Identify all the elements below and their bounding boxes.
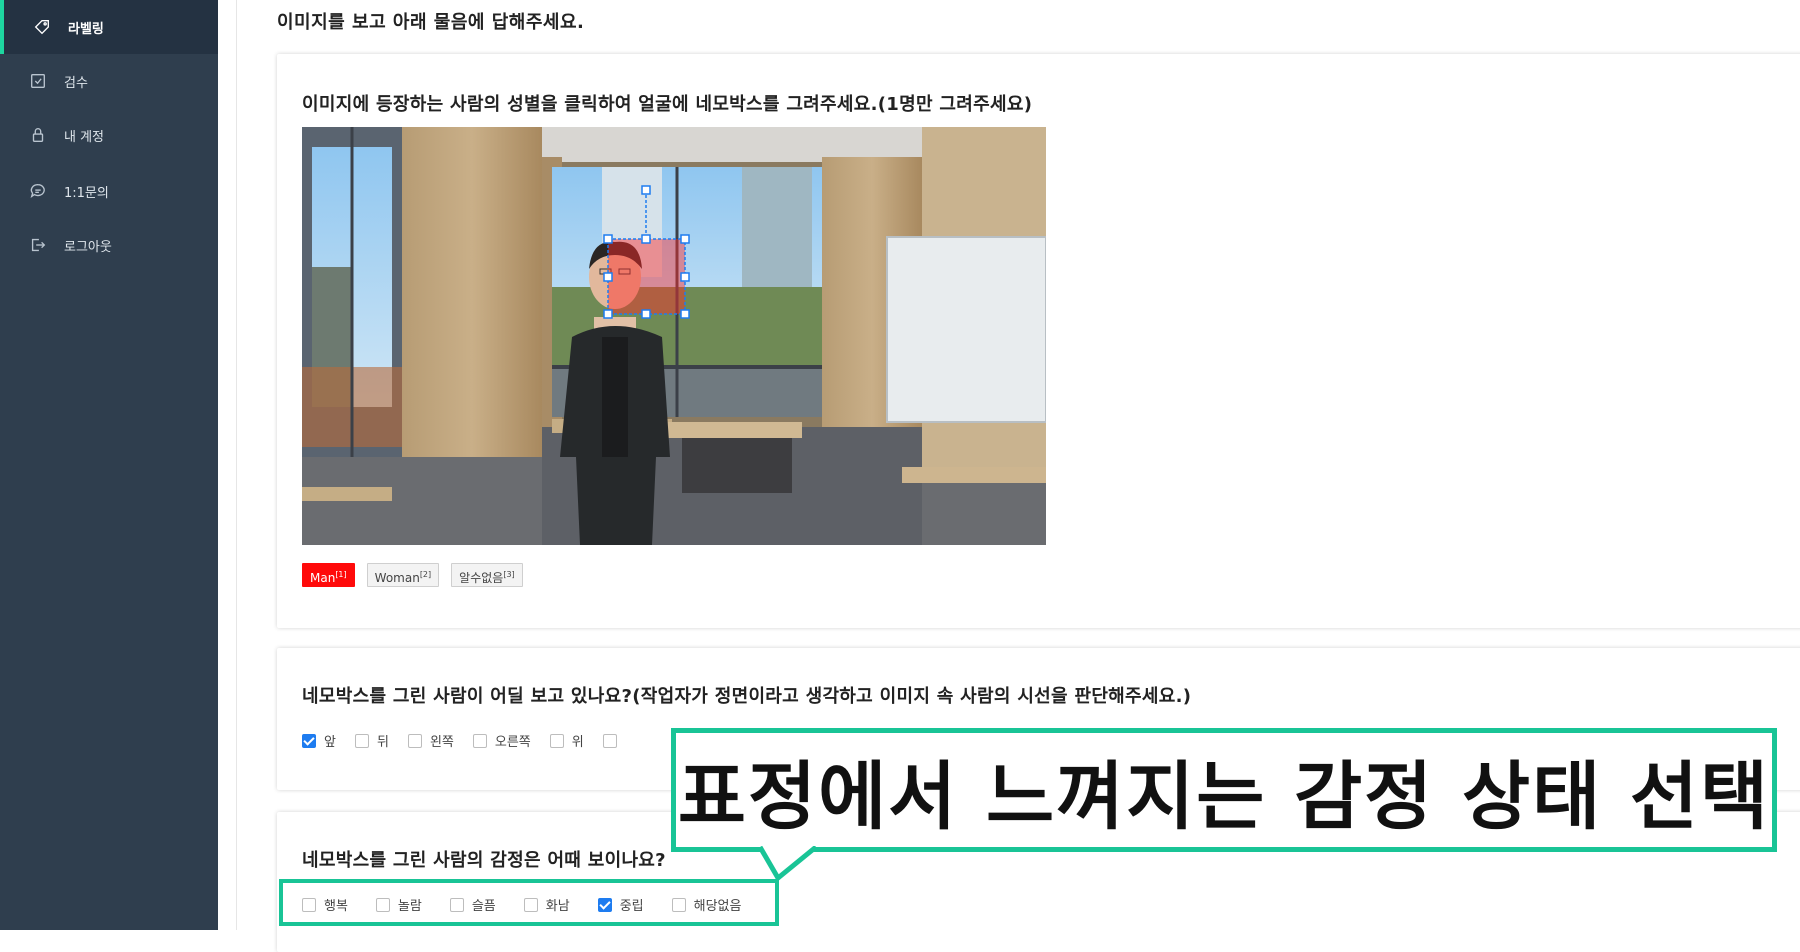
gaze-option-left[interactable]: 왼쪽 [407, 731, 454, 750]
sidebar-item-inquiry[interactable]: 1:1문의 [0, 164, 218, 218]
gender-options: Man[1] Woman[2] 알수없음[3] [302, 563, 523, 587]
lock-icon [28, 125, 48, 145]
sidebar-item-review[interactable]: 검수 [0, 54, 218, 108]
gaze-option-up[interactable]: 위 [549, 731, 584, 750]
question-title: 네모박스를 그린 사람이 어딜 보고 있나요?(작업자가 정면이라고 생각하고 … [302, 686, 1192, 707]
checkbox[interactable] [407, 733, 422, 748]
question-title: 이미지에 등장하는 사람의 성별을 클릭하여 얼굴에 네모박스를 그려주세요.(… [302, 94, 1033, 115]
logout-icon [28, 235, 48, 255]
sidebar: 라벨링 검수 내 계정 1:1문의 로그아웃 [0, 0, 218, 930]
gaze-option-more[interactable] [602, 733, 625, 748]
sidebar-item-label: 로그아웃 [64, 239, 112, 255]
gaze-option-back[interactable]: 뒤 [354, 731, 389, 750]
sidebar-item-label: 내 계정 [64, 129, 105, 145]
tag-icon [32, 17, 52, 37]
sidebar-item-labeling[interactable]: 라벨링 [0, 0, 218, 54]
checkbox[interactable] [302, 733, 316, 748]
callout-text: 표정에서 느껴지는 감정 상태 선택 [677, 753, 1771, 840]
callout-bubble: 표정에서 느껴지는 감정 상태 선택 [671, 728, 1777, 852]
check-square-icon [28, 71, 48, 91]
checkbox[interactable] [354, 733, 369, 748]
gaze-options: 앞 뒤 왼쪽 오른쪽 위 [302, 731, 644, 750]
question-card-gender: 이미지에 등장하는 사람의 성별을 클릭하여 얼굴에 네모박스를 그려주세요.(… [277, 54, 1800, 628]
content-divider [236, 0, 237, 930]
gender-man-button[interactable]: Man[1] [302, 563, 355, 587]
gender-unknown-button[interactable]: 알수없음[3] [451, 563, 523, 587]
checkbox[interactable] [472, 733, 487, 748]
sidebar-item-account[interactable]: 내 계정 [0, 108, 218, 162]
page-instruction: 이미지를 보고 아래 물음에 답해주세요. [277, 12, 585, 33]
question-title: 네모박스를 그린 사람의 감정은 어때 보이나요? [302, 850, 666, 871]
emotion-highlight-box [279, 879, 779, 926]
chat-icon [28, 181, 48, 201]
gaze-option-front[interactable]: 앞 [302, 731, 336, 750]
sidebar-item-logout[interactable]: 로그아웃 [0, 218, 218, 272]
gaze-option-right[interactable]: 오른쪽 [472, 731, 531, 750]
sidebar-item-label: 1:1문의 [64, 185, 109, 201]
gender-woman-button[interactable]: Woman[2] [366, 563, 440, 587]
sidebar-item-label: 검수 [64, 75, 88, 91]
labeling-image[interactable] [302, 127, 1046, 545]
callout-tail [760, 846, 818, 882]
office-photo [302, 127, 1046, 545]
sidebar-item-label: 라벨링 [68, 21, 104, 37]
checkbox[interactable] [549, 733, 564, 748]
checkbox[interactable] [602, 733, 617, 748]
